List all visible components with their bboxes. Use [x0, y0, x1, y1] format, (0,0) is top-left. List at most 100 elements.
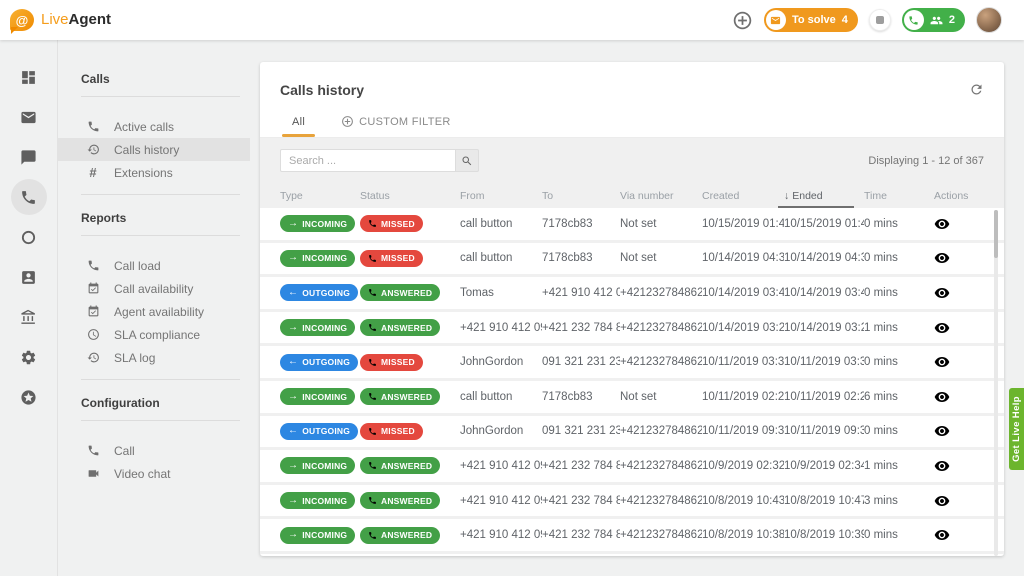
- cell-ended: 10/15/2019 01:4..: [784, 217, 864, 230]
- page-title: Calls history: [280, 82, 365, 98]
- rail-settings[interactable]: [11, 339, 47, 375]
- view-call-button[interactable]: [934, 527, 950, 543]
- rail-chats[interactable]: [11, 139, 47, 175]
- logo-text: LiveAgent: [41, 11, 112, 28]
- plus-circle-icon: [732, 10, 753, 31]
- table-row[interactable]: →INCOMING ANSWERED +421 910 412 090 +421…: [260, 519, 1004, 551]
- status-button[interactable]: [868, 9, 891, 31]
- divider: [81, 379, 240, 380]
- refresh-button[interactable]: [969, 82, 984, 97]
- col-time[interactable]: Time: [864, 190, 922, 202]
- table-row[interactable]: ← OUTGOING MISSED JohnGordon 091 321 231 …: [260, 415, 1004, 448]
- col-via[interactable]: Via number: [620, 190, 702, 202]
- col-to[interactable]: To: [542, 190, 620, 202]
- table-row[interactable]: ← OUTGOING MISSED JohnGordon 091 321 231 …: [260, 346, 1004, 378]
- cell-time: 1 mins: [864, 459, 898, 472]
- table-row[interactable]: →INCOMING ANSWERED +421 910 412 090 +421…: [260, 311, 1004, 344]
- avatar[interactable]: [976, 7, 1002, 33]
- sidebar-item-extensions[interactable]: # Extensions: [58, 161, 250, 184]
- type-badge: → INCOMING: [280, 492, 356, 510]
- view-call-button[interactable]: [934, 458, 950, 474]
- history-icon: [86, 143, 100, 157]
- calls-history-card: Calls history All CUSTOM FILTER Displayi…: [260, 62, 1004, 556]
- type-badge: ← OUTGOING: [280, 353, 359, 371]
- add-button[interactable]: [732, 10, 753, 31]
- tab-all[interactable]: All: [274, 106, 323, 137]
- table-scrollbar[interactable]: [994, 210, 998, 556]
- type-badge: → INCOMING: [280, 457, 356, 475]
- status-badge: ANSWERED: [360, 526, 441, 544]
- cell-from: call button: [460, 252, 513, 265]
- rail-extras[interactable]: [11, 379, 47, 415]
- sidebar-item-video-chat[interactable]: Video chat: [58, 462, 250, 485]
- sidebar-item-call-config[interactable]: Call: [58, 439, 250, 462]
- col-ended[interactable]: ↓ Ended: [778, 183, 864, 208]
- col-type[interactable]: Type: [280, 190, 360, 202]
- rail-loop[interactable]: [11, 219, 47, 255]
- tab-custom-filter[interactable]: CUSTOM FILTER: [323, 106, 469, 137]
- table-row[interactable]: →INCOMING ANSWERED +421 910 412 090 +421…: [260, 450, 1004, 482]
- cell-to: +421 232 784 862: [542, 529, 620, 542]
- cell-via: Not set: [620, 217, 657, 230]
- sidebar-item-agent-availability[interactable]: Agent availability: [58, 300, 250, 323]
- sidebar-item-call-availability[interactable]: Call availability: [58, 277, 250, 300]
- view-call-button[interactable]: [934, 354, 950, 370]
- rail-tickets[interactable]: [11, 99, 47, 135]
- rail-calls[interactable]: [10, 179, 47, 215]
- scrollbar-thumb[interactable]: [994, 210, 998, 258]
- cell-time: 6 mins: [864, 390, 898, 403]
- col-from[interactable]: From: [460, 190, 542, 202]
- rail-dashboard[interactable]: [11, 59, 47, 95]
- rail-company[interactable]: [11, 299, 47, 335]
- view-call-button[interactable]: [934, 320, 950, 336]
- sidebar: Calls Active calls Calls history # Exten…: [58, 40, 250, 576]
- to-solve-button[interactable]: To solve 4: [763, 8, 858, 32]
- cell-to: +421 232 784 862: [542, 321, 620, 334]
- arrow-right-icon: →: [288, 494, 299, 506]
- sidebar-item-call-load[interactable]: Call load: [58, 254, 250, 277]
- cell-from: +421 910 412 090: [460, 321, 542, 334]
- dashboard-icon: [20, 69, 37, 86]
- sidebar-item-sla-log[interactable]: SLA log: [58, 346, 250, 369]
- table-row[interactable]: → INCOMING MISSED call button 7178cb83 No…: [260, 242, 1004, 275]
- videocam-icon: [86, 467, 100, 481]
- view-call-button[interactable]: [934, 250, 950, 266]
- status-badge: ANSWERED: [360, 284, 441, 302]
- get-live-help-button[interactable]: Get Live Help: [1009, 388, 1024, 470]
- table-row[interactable]: →INCOMING ANSWERED +421 910 412 090 +421…: [260, 484, 1004, 517]
- cell-to: +421 232 784 862: [542, 494, 620, 507]
- sidebar-item-active-calls[interactable]: Active calls: [58, 115, 250, 138]
- cell-time: 1 mins: [864, 321, 898, 334]
- history-icon: [86, 351, 100, 365]
- view-call-button[interactable]: [934, 389, 950, 405]
- search-input[interactable]: [280, 149, 456, 172]
- phone-icon: [368, 323, 377, 332]
- sidebar-item-calls-history[interactable]: Calls history: [58, 138, 250, 161]
- phone-icon: [368, 461, 377, 470]
- col-status[interactable]: Status: [360, 190, 460, 202]
- cell-ended: 10/14/2019 03:2..: [784, 321, 864, 334]
- cell-ended: 10/11/2019 03:3..: [784, 356, 864, 369]
- status-badge: ANSWERED: [360, 492, 441, 510]
- rail-contacts[interactable]: [11, 259, 47, 295]
- cell-from: JohnGordon: [460, 356, 524, 369]
- sidebar-item-sla-compliance[interactable]: SLA compliance: [58, 323, 250, 346]
- cell-via: +421232784862: [620, 356, 702, 369]
- eye-icon: [934, 527, 950, 543]
- table-row[interactable]: ←OUTGOING ANSWERED Tomas +421 910 412 09…: [260, 277, 1004, 309]
- liveagent-logo[interactable]: @ LiveAgent: [10, 9, 111, 31]
- search-button[interactable]: [456, 149, 479, 172]
- col-created[interactable]: Created: [702, 190, 784, 202]
- divider: [81, 420, 240, 421]
- status-badge: MISSED: [360, 215, 423, 233]
- view-call-button[interactable]: [934, 285, 950, 301]
- table-row[interactable]: → INCOMING ANSWERED call button 7178cb83 …: [260, 380, 1004, 413]
- view-call-button[interactable]: [934, 423, 950, 439]
- cell-via: +421232784862: [620, 459, 702, 472]
- cell-to: 7178cb83: [542, 217, 593, 230]
- view-call-button[interactable]: [934, 493, 950, 509]
- calls-online-button[interactable]: 2: [901, 8, 965, 32]
- view-call-button[interactable]: [934, 216, 950, 232]
- cell-created: 10/14/2019 03:2..: [702, 321, 784, 334]
- table-row[interactable]: → INCOMING MISSED call button 7178cb83 No…: [260, 208, 1004, 240]
